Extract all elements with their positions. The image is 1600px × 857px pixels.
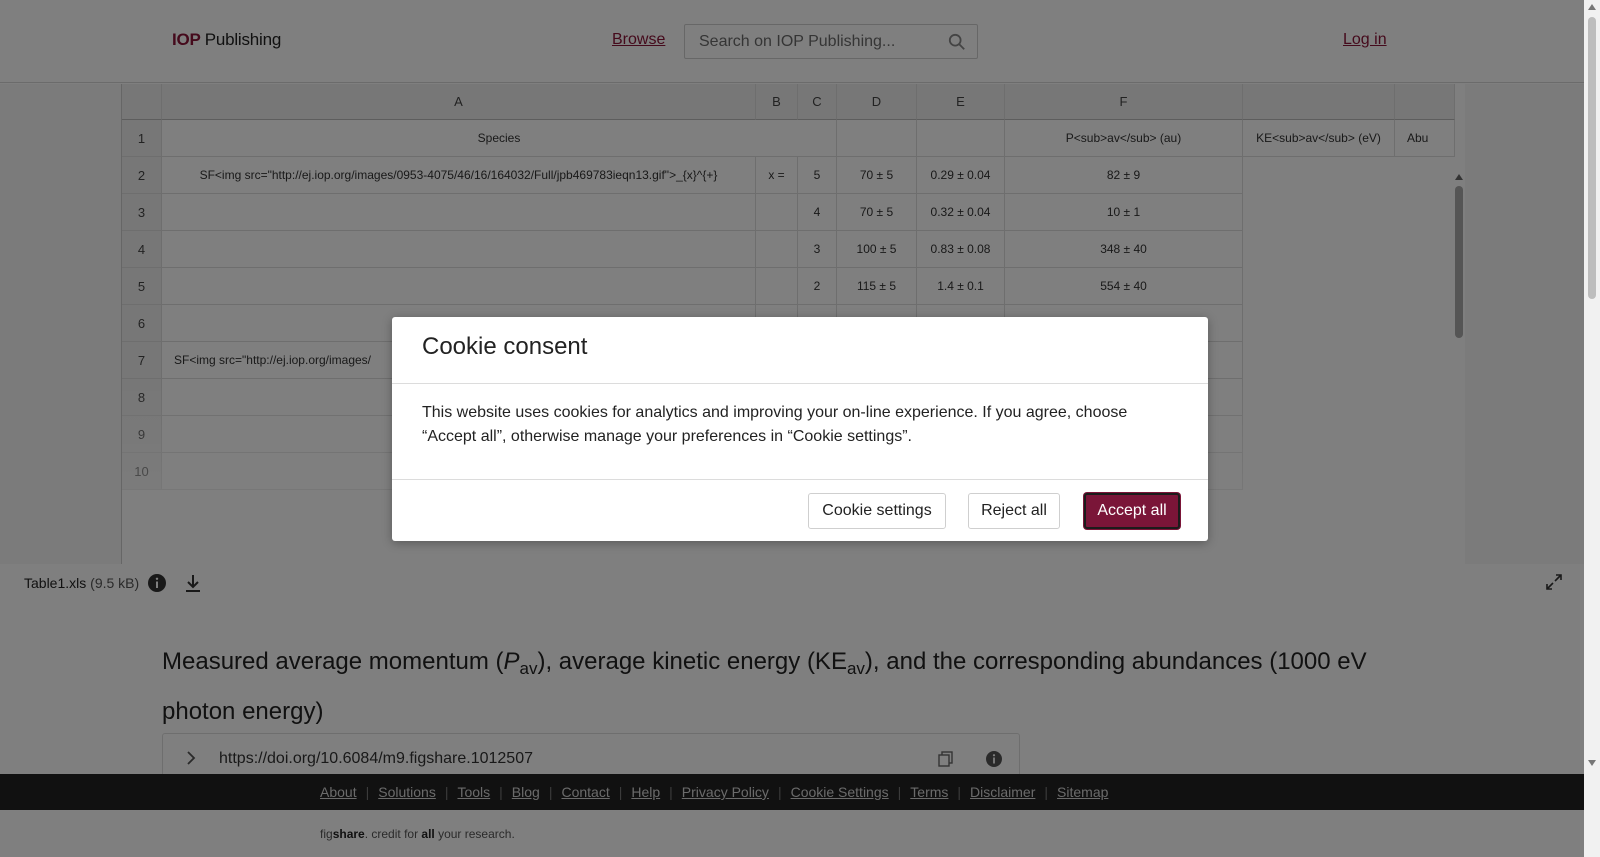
- dialog-divider: [392, 383, 1208, 384]
- accept-all-button[interactable]: Accept all: [1084, 493, 1180, 529]
- dialog-title: Cookie consent: [422, 333, 588, 360]
- dialog-body-text: This website uses cookies for analytics …: [422, 404, 1128, 445]
- page-scrollbar-thumb[interactable]: [1588, 17, 1596, 299]
- dialog-divider: [392, 479, 1208, 480]
- cookie-settings-button[interactable]: Cookie settings: [808, 493, 946, 529]
- reject-all-button[interactable]: Reject all: [968, 493, 1060, 529]
- page-scroll-down-arrow[interactable]: [1588, 760, 1596, 766]
- cookie-consent-dialog: Cookie consent This website uses cookies…: [392, 317, 1208, 541]
- page-scroll-up-arrow[interactable]: [1588, 4, 1596, 10]
- page-scrollbar[interactable]: [1584, 0, 1600, 857]
